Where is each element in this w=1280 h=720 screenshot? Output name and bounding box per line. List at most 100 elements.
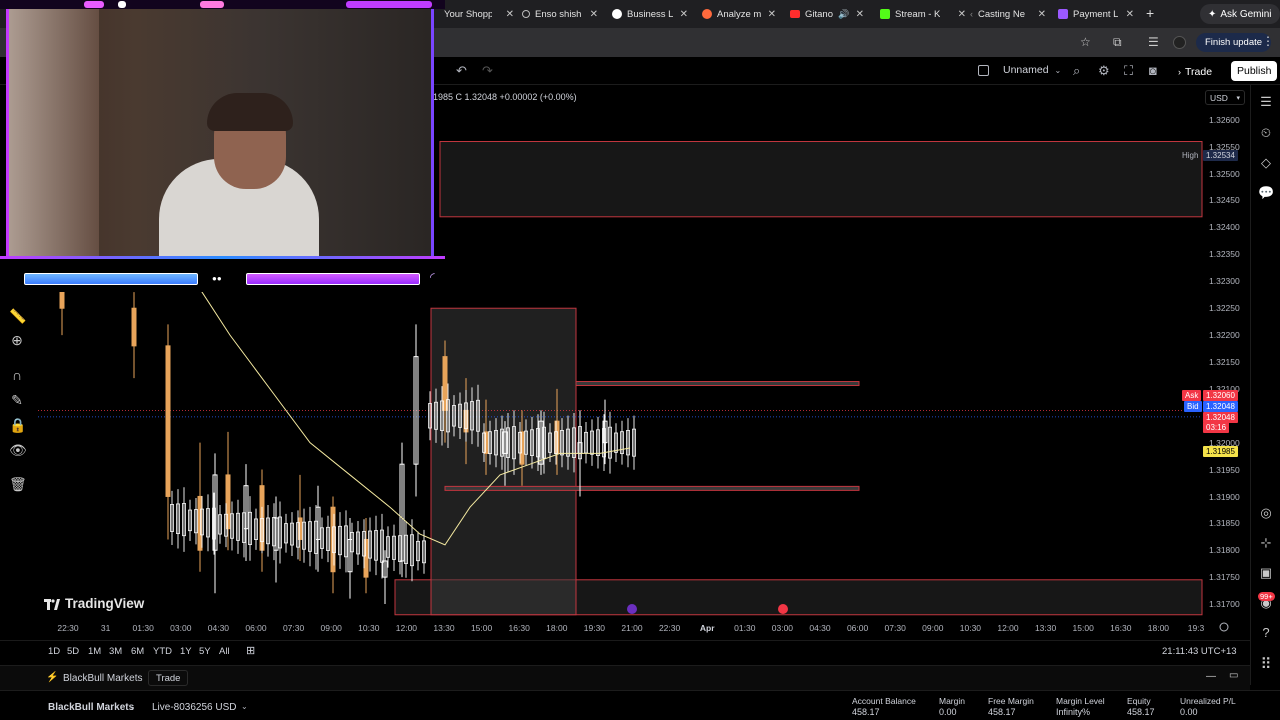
- ruler-icon[interactable]: 📏: [9, 308, 26, 325]
- price-tick-label: 1.31900: [1209, 492, 1240, 502]
- tab-favicon-icon: [522, 10, 530, 18]
- price-tick-label: 1.32450: [1209, 195, 1240, 205]
- neon-accent: [84, 1, 104, 8]
- trash-icon[interactable]: 🗑: [9, 476, 27, 493]
- pencil-lock-icon[interactable]: ✎: [9, 392, 25, 409]
- range-1y[interactable]: 1Y: [180, 646, 192, 657]
- dots-icon: ●●: [212, 274, 222, 283]
- watchlist-icon[interactable]: ☰: [1258, 94, 1274, 110]
- time-tick-label: 04:30: [207, 623, 230, 633]
- chevron-down-icon[interactable]: ⌄: [129, 702, 136, 711]
- currency-select[interactable]: USD ▾: [1205, 90, 1245, 105]
- alerts-clock-icon[interactable]: ⏲: [1258, 125, 1274, 141]
- target-icon[interactable]: ◎: [1258, 505, 1274, 521]
- gemini-icon: ✦: [1208, 8, 1217, 20]
- maximize-icon[interactable]: ▭: [1229, 670, 1238, 681]
- session-box: [430, 307, 577, 616]
- eye-icon[interactable]: 👁: [9, 442, 27, 459]
- range-5y[interactable]: 5Y: [199, 646, 211, 657]
- crosshair-icon[interactable]: ⊹: [1258, 535, 1274, 551]
- layout-selector[interactable]: Unnamed ⌄: [978, 64, 1061, 76]
- chat-icon[interactable]: 💬: [1258, 185, 1274, 201]
- close-icon[interactable]: ✕: [856, 9, 864, 20]
- webcam-overlay: ●● ◜: [0, 0, 445, 292]
- candle-body: [131, 307, 137, 347]
- browser-tab[interactable]: Stream - K ✕: [880, 4, 966, 24]
- close-icon[interactable]: ✕: [680, 9, 688, 20]
- minimize-icon[interactable]: —: [1206, 671, 1216, 682]
- time-tick-label: 07:30: [884, 623, 906, 633]
- lock-icon[interactable]: 🔒: [9, 417, 26, 434]
- broker-trade-label: Trade: [156, 672, 181, 684]
- close-icon[interactable]: ✕: [1038, 9, 1046, 20]
- star-bookmark-icon[interactable]: ☆: [1080, 35, 1091, 49]
- close-icon[interactable]: ✕: [958, 9, 966, 20]
- picture-in-picture-icon[interactable]: ⧉: [1113, 35, 1122, 50]
- range-3m[interactable]: 3M: [109, 646, 122, 657]
- broker-logo-icon: ⚡: [46, 672, 59, 683]
- candle-body: [165, 345, 171, 497]
- broker-trade-button[interactable]: Trade: [148, 670, 189, 686]
- range-6m[interactable]: 6M: [131, 646, 144, 657]
- account-id-select[interactable]: Live-8036256 USD: [152, 702, 237, 713]
- redo-icon[interactable]: ↷: [482, 63, 493, 79]
- range-5d[interactable]: 5D: [67, 646, 79, 657]
- candle-body: [225, 474, 231, 530]
- quick-search-icon[interactable]: ⌕: [1073, 63, 1080, 79]
- more-vertical-icon[interactable]: ⋮: [1262, 34, 1274, 48]
- finish-update-button[interactable]: Finish update: [1196, 33, 1272, 52]
- us-flag-event-icon: [778, 604, 788, 614]
- price-tick-label: 1.31850: [1209, 518, 1240, 528]
- price-tick-label: 1.31700: [1209, 599, 1240, 609]
- apps-grid-icon[interactable]: ⠿: [1258, 655, 1274, 673]
- time-tick-label: 09:00: [320, 623, 342, 633]
- zoom-in-icon[interactable]: ⊕: [9, 332, 25, 349]
- calendar-icon[interactable]: ▣: [1258, 565, 1274, 581]
- undo-icon[interactable]: ↶: [456, 63, 467, 79]
- ask-gemini-button[interactable]: ✦ Ask Gemini: [1200, 4, 1280, 24]
- extensions-icon[interactable]: ☰: [1148, 35, 1159, 49]
- tab-title: Casting Ne: [978, 8, 1025, 20]
- browser-tab[interactable]: Analyze m ✕: [702, 4, 776, 24]
- browser-tab[interactable]: Your Shopp ✕: [444, 4, 514, 24]
- close-icon[interactable]: ✕: [590, 9, 598, 20]
- time-tick-label: Apr: [699, 623, 715, 633]
- tab-favicon-icon: [1058, 9, 1068, 19]
- browser-tab[interactable]: Enso shish ✕: [522, 4, 598, 24]
- browser-tab[interactable]: Gitano 🔊 ✕: [790, 4, 864, 24]
- settings-gear-icon[interactable]: ⚙: [1098, 63, 1110, 79]
- high-price-label: 1.32534: [1203, 150, 1238, 161]
- time-tick-label: 10:30: [358, 623, 380, 633]
- close-icon[interactable]: ✕: [506, 9, 514, 20]
- publish-button[interactable]: Publish: [1231, 61, 1278, 81]
- date-range-calendar-icon[interactable]: ⊞: [246, 644, 255, 657]
- trade-button[interactable]: › Trade: [1172, 62, 1218, 81]
- tab-title: Stream - K: [895, 8, 941, 20]
- camera-snapshot-icon[interactable]: ◙: [1149, 63, 1157, 78]
- utc-clock[interactable]: 21:11:43 UTC+13: [1162, 646, 1237, 657]
- range-all[interactable]: All: [219, 646, 230, 657]
- magnet-icon[interactable]: ∩: [9, 367, 25, 383]
- profile-avatar[interactable]: [1173, 36, 1186, 49]
- browser-tab[interactable]: Business L ✕: [612, 4, 688, 24]
- fullscreen-icon[interactable]: ⛶: [1124, 63, 1133, 79]
- trade-icon: ›: [1178, 66, 1181, 77]
- range-1d[interactable]: 1D: [48, 646, 60, 657]
- range-1m[interactable]: 1M: [88, 646, 101, 657]
- close-icon[interactable]: ✕: [1126, 9, 1134, 20]
- time-tick-label: 19:30: [583, 623, 606, 633]
- publish-label: Publish: [1237, 65, 1272, 77]
- new-tab-button[interactable]: +: [1146, 5, 1154, 21]
- range-ytd[interactable]: YTD: [153, 646, 172, 657]
- help-icon[interactable]: ?: [1258, 625, 1274, 640]
- layers-icon[interactable]: ◇: [1258, 155, 1274, 171]
- free-margin: Free Margin 458.17: [988, 696, 1034, 717]
- browser-tab[interactable]: Payment L ✕: [1058, 4, 1134, 24]
- browser-tab[interactable]: ‹ Casting Ne ✕: [970, 4, 1046, 24]
- speaker-icon[interactable]: 🔊: [838, 9, 849, 20]
- bid-price-label: 1.32048: [1203, 401, 1238, 412]
- tab-favicon-icon: [612, 9, 622, 19]
- margin: Margin 0.00: [939, 696, 965, 717]
- chevron-down-icon[interactable]: ⌄: [241, 702, 248, 711]
- close-icon[interactable]: ✕: [768, 9, 776, 20]
